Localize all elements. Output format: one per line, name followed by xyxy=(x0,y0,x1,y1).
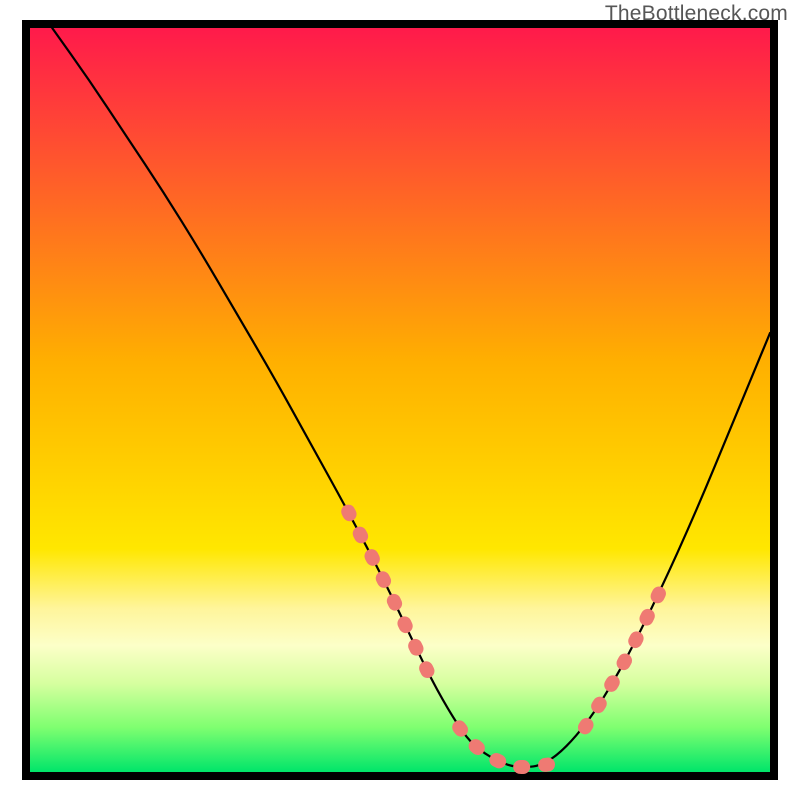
bottleneck-chart xyxy=(0,0,800,800)
gradient-background xyxy=(30,28,770,772)
chart-container: TheBottleneck.com xyxy=(0,0,800,800)
watermark-text: TheBottleneck.com xyxy=(605,2,788,26)
